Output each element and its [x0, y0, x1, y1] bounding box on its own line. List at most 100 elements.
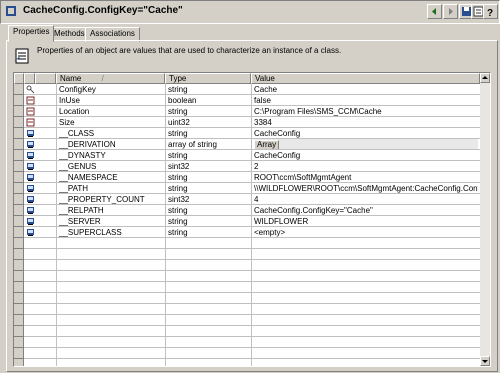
back-icon[interactable]: [427, 4, 442, 19]
system-property-icon: [26, 129, 35, 138]
table-row[interactable]: __PATH string \\WILDFLOWER\ROOT\ccm\SoftMg…: [14, 183, 480, 194]
system-property-icon: [26, 228, 35, 237]
row-header: [14, 293, 24, 304]
table-row: [14, 260, 480, 271]
col-divider: [56, 304, 57, 315]
col-divider: [251, 271, 252, 282]
table-row: [14, 359, 480, 366]
description-text: Properties of an object are values that …: [37, 46, 342, 55]
col-divider: [56, 128, 57, 139]
row-header: [14, 304, 24, 315]
col-divider: [251, 139, 252, 150]
col-divider: [165, 150, 166, 161]
row-header: [14, 359, 24, 366]
table-row[interactable]: __PROPERTY_COUNT sint32 4: [14, 194, 480, 205]
property-icon: [26, 96, 35, 105]
table-row[interactable]: __SUPERCLASS string <empty>: [14, 227, 480, 238]
table-row[interactable]: __NAMESPACE string ROOT\ccm\SoftMgmtAgent: [14, 172, 480, 183]
table-row: [14, 282, 480, 293]
col-divider: [56, 337, 57, 348]
window-title: CacheConfig.ConfigKey="Cache": [23, 5, 183, 16]
key-property-icon: [26, 85, 35, 94]
forward-icon[interactable]: [443, 4, 458, 19]
scroll-down-icon[interactable]: [480, 356, 490, 366]
col-divider: [251, 84, 252, 95]
row-header: [14, 205, 24, 216]
row-header: [14, 150, 24, 161]
header-icon-col: [24, 73, 35, 84]
col-divider: [165, 161, 166, 172]
properties-sheet-icon: [14, 48, 29, 64]
col-divider: [56, 106, 57, 117]
col-divider: [251, 293, 252, 304]
col-divider: [165, 238, 166, 249]
system-property-icon: [26, 217, 35, 226]
table-row[interactable]: __DYNASTY string CacheConfig: [14, 150, 480, 161]
table-row[interactable]: ConfigKey string Cache: [14, 84, 480, 95]
col-divider: [56, 238, 57, 249]
vertical-scrollbar[interactable]: [480, 73, 490, 366]
table-row: [14, 304, 480, 315]
col-divider: [251, 337, 252, 348]
col-divider: [165, 172, 166, 183]
row-header: [14, 271, 24, 282]
system-property-icon: [26, 140, 35, 149]
col-divider: [165, 183, 166, 194]
table-row[interactable]: __GENUS sint32 2: [14, 161, 480, 172]
col-divider: [251, 260, 252, 271]
table-row[interactable]: Size uint32 3384: [14, 117, 480, 128]
col-divider: [165, 337, 166, 348]
col-divider: [251, 238, 252, 249]
table-row[interactable]: InUse boolean false: [14, 95, 480, 106]
col-divider: [251, 106, 252, 117]
properties-panel: Properties of an object are values that …: [6, 40, 498, 372]
svg-text:?: ?: [487, 8, 493, 18]
property-icon: [26, 118, 35, 127]
table-row: [14, 271, 480, 282]
col-divider: [165, 260, 166, 271]
col-divider: [165, 271, 166, 282]
help-icon[interactable]: ?: [483, 4, 498, 19]
table-row: [14, 348, 480, 359]
column-header-value[interactable]: Value: [251, 73, 480, 84]
col-divider: [56, 293, 57, 304]
col-divider: [165, 227, 166, 238]
row-header: [14, 238, 24, 249]
row-header: [14, 128, 24, 139]
col-divider: [56, 282, 57, 293]
col-divider: [165, 359, 166, 366]
col-divider: [56, 249, 57, 260]
col-divider: [165, 84, 166, 95]
table-row[interactable]: Location string C:\Program Files\SMS_CCM\C…: [14, 106, 480, 117]
table-row[interactable]: __CLASS string CacheConfig: [14, 128, 480, 139]
table-row: [14, 315, 480, 326]
col-divider: [165, 282, 166, 293]
row-header: [14, 337, 24, 348]
col-divider: [251, 249, 252, 260]
col-divider: [56, 315, 57, 326]
col-divider: [165, 326, 166, 337]
table-row[interactable]: __DERIVATION array of string Array: [14, 139, 480, 150]
system-property-icon: [26, 184, 35, 193]
col-divider: [251, 227, 252, 238]
row-header: [14, 183, 24, 194]
row-header: [14, 106, 24, 117]
tab-properties[interactable]: Properties: [8, 25, 55, 42]
table-row: [14, 337, 480, 348]
scroll-up-icon[interactable]: [480, 73, 490, 83]
row-header: [14, 326, 24, 337]
table-row[interactable]: __SERVER string WILDFLOWER: [14, 216, 480, 227]
col-divider: [251, 194, 252, 205]
properties-grid[interactable]: Name / Type Value ConfigKey string Cache In…: [13, 72, 491, 367]
column-header-type[interactable]: Type: [165, 73, 251, 84]
table-row[interactable]: __RELPATH string CacheConfig.ConfigKey="Ca…: [14, 205, 480, 216]
col-divider: [251, 348, 252, 359]
row-header: [14, 161, 24, 172]
row-header: [14, 315, 24, 326]
sort-arrow-icon: /: [101, 74, 104, 83]
instance-icon: [6, 6, 16, 16]
row-header: [14, 95, 24, 106]
row-header: [14, 84, 24, 95]
column-header-name[interactable]: Name /: [56, 73, 165, 84]
title-bar: CacheConfig.ConfigKey="Cache" ?: [0, 0, 500, 24]
